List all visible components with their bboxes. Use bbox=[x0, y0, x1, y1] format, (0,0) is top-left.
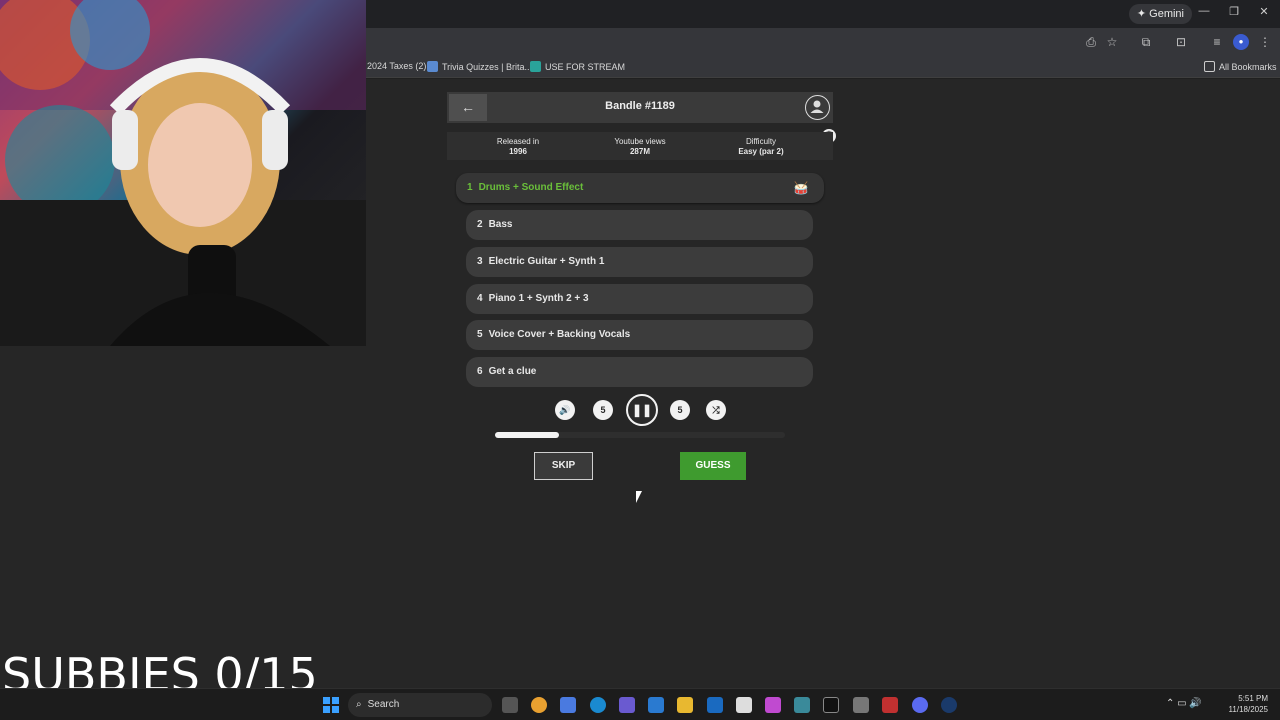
all-bookmarks[interactable]: All Bookmarks bbox=[1204, 61, 1277, 72]
views-info: Youtube views 287M bbox=[614, 137, 666, 156]
account-button[interactable] bbox=[805, 95, 830, 120]
teams-icon[interactable] bbox=[619, 697, 635, 713]
difficulty-info: Difficulty Easy (par 2) bbox=[738, 137, 784, 156]
track-6-clue[interactable]: 6 Get a clue bbox=[466, 357, 813, 387]
shuffle-off-button[interactable]: ⤮ bbox=[706, 400, 726, 420]
chrome-icon[interactable] bbox=[531, 697, 547, 713]
media-icon[interactable]: ≡ bbox=[1209, 34, 1225, 50]
mouse-cursor-icon bbox=[636, 491, 642, 503]
app-red-icon[interactable] bbox=[882, 697, 898, 713]
bookmark-stream[interactable]: USE FOR STREAM bbox=[530, 61, 625, 72]
discord-icon[interactable] bbox=[912, 697, 928, 713]
guess-button[interactable]: GUESS bbox=[680, 452, 746, 480]
track-5[interactable]: 5 Voice Cover + Backing Vocals bbox=[466, 320, 813, 350]
skip-button[interactable]: SKIP bbox=[534, 452, 593, 480]
taskbar-search[interactable]: ⌕ Search bbox=[348, 693, 492, 717]
streamer-image bbox=[0, 0, 366, 346]
playback-progress-bar[interactable] bbox=[495, 432, 785, 438]
track-2[interactable]: 2 Bass bbox=[466, 210, 813, 240]
m365-icon[interactable] bbox=[765, 697, 781, 713]
capcut-icon[interactable] bbox=[823, 697, 839, 713]
forward-5-button[interactable]: 5 bbox=[670, 400, 690, 420]
gemini-button[interactable]: ✦ Gemini bbox=[1128, 4, 1192, 24]
stream-icon bbox=[530, 61, 541, 72]
game-header: ← Bandle #1189 bbox=[447, 92, 833, 123]
rewind-5-button[interactable]: 5 bbox=[593, 400, 613, 420]
release-info: Released in 1996 bbox=[496, 137, 540, 156]
search-icon: ⌕ bbox=[356, 699, 362, 710]
bookmark-trivia[interactable]: Trivia Quizzes | Brita... bbox=[427, 61, 532, 72]
track-1[interactable]: 1 Drums + Sound Effect 🥁 bbox=[456, 173, 824, 203]
outlook-icon[interactable] bbox=[707, 697, 723, 713]
system-tray-icons[interactable]: ⌃ ▭ 🔊 bbox=[1166, 698, 1202, 709]
minimize-icon[interactable]: — bbox=[1194, 5, 1214, 17]
no-repeat-icon: ⤮ bbox=[712, 405, 720, 415]
user-icon bbox=[810, 100, 824, 113]
taskview-icon[interactable] bbox=[502, 697, 518, 713]
restore-icon[interactable]: ❐ bbox=[1224, 5, 1244, 18]
gemini-label: Gemini bbox=[1149, 8, 1184, 20]
remote-desktop-icon[interactable] bbox=[794, 697, 810, 713]
store-icon[interactable] bbox=[736, 697, 752, 713]
progress-fill bbox=[495, 432, 559, 438]
bookmark-taxes[interactable]: 2024 Taxes (2) bbox=[367, 61, 426, 71]
song-info: Released in 1996 Youtube views 287M Diff… bbox=[447, 132, 833, 160]
extensions-icon[interactable]: ⧉ bbox=[1138, 34, 1154, 50]
volume-button[interactable]: 🔊 bbox=[555, 400, 575, 420]
profile-icon[interactable]: ● bbox=[1233, 34, 1249, 50]
app-icon[interactable] bbox=[853, 697, 869, 713]
file-explorer-icon[interactable] bbox=[677, 697, 693, 713]
close-icon[interactable]: ✕ bbox=[1254, 5, 1274, 18]
pause-icon: ❚❚ bbox=[631, 403, 653, 417]
windows-start-icon[interactable] bbox=[323, 697, 339, 713]
steam-icon[interactable] bbox=[941, 697, 957, 713]
rewind-icon: 5 bbox=[600, 405, 606, 415]
photos-icon[interactable] bbox=[648, 697, 664, 713]
speaker-icon: 🔊 bbox=[559, 405, 571, 415]
webcam-overlay bbox=[0, 0, 366, 346]
menu-icon[interactable]: ⋮ bbox=[1257, 34, 1273, 50]
track-3[interactable]: 3 Electric Guitar + Synth 1 bbox=[466, 247, 813, 277]
forward-icon: 5 bbox=[677, 405, 683, 415]
edge-icon[interactable] bbox=[590, 697, 606, 713]
pause-button[interactable]: ❚❚ bbox=[626, 394, 658, 426]
install-icon[interactable]: ⎙ bbox=[1083, 34, 1099, 50]
clock[interactable]: 5:51 PM 11/18/2025 bbox=[1229, 693, 1268, 715]
star-icon[interactable]: ☆ bbox=[1104, 34, 1120, 50]
copilot-icon[interactable] bbox=[560, 697, 576, 713]
page-title: Bandle #1189 bbox=[605, 100, 675, 112]
tab-search-icon[interactable]: ⊡ bbox=[1173, 34, 1189, 50]
trivia-icon bbox=[427, 61, 438, 72]
folder-icon bbox=[1204, 61, 1215, 72]
track-4[interactable]: 4 Piano 1 + Synth 2 + 3 bbox=[466, 284, 813, 314]
drums-icon: 🥁 bbox=[793, 181, 809, 195]
windows-taskbar: ⌕ Search ⌃ ▭ 🔊 5:51 PM 11/18/2025 bbox=[0, 688, 1280, 720]
